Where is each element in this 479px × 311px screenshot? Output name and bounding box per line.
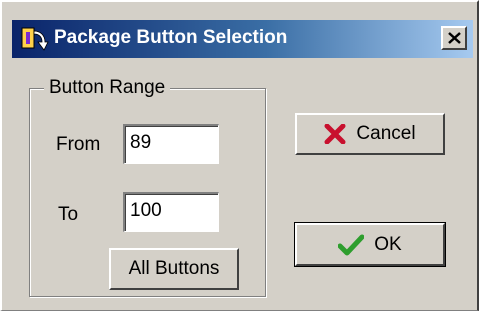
close-icon <box>448 32 461 44</box>
dialog-window: Package Button Selection Button Range Fr… <box>0 0 479 311</box>
ok-button[interactable]: OK <box>294 222 446 267</box>
package-icon <box>20 24 50 54</box>
cancel-button[interactable]: Cancel <box>295 113 445 155</box>
close-button[interactable] <box>441 26 467 50</box>
ok-label: OK <box>374 233 402 255</box>
from-field[interactable]: 89 <box>123 124 219 164</box>
red-x-icon <box>324 124 346 144</box>
all-buttons-button[interactable]: All Buttons <box>109 248 239 290</box>
green-check-icon <box>338 234 365 256</box>
cancel-label: Cancel <box>356 123 416 144</box>
button-range-legend: Button Range <box>44 77 171 99</box>
to-field[interactable]: 100 <box>123 192 219 232</box>
window-title: Package Button Selection <box>54 27 288 48</box>
to-label: To <box>58 204 79 225</box>
title-bar[interactable]: Package Button Selection <box>12 20 473 58</box>
from-label: From <box>56 134 101 155</box>
all-buttons-label: All Buttons <box>128 258 220 279</box>
